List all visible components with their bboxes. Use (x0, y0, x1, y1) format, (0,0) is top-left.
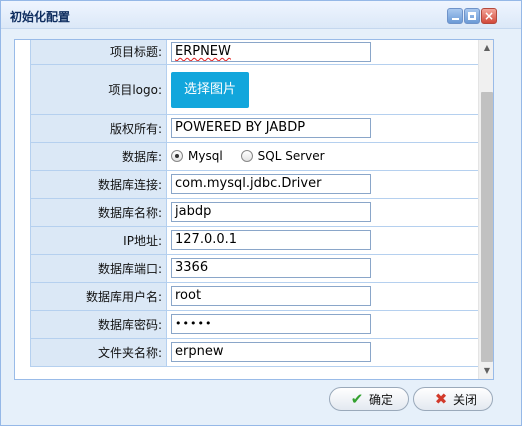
vertical-scrollbar[interactable]: ▲ ▼ (478, 40, 493, 379)
db-connection-label: 数据库连接: (30, 169, 167, 199)
radio-mysql[interactable] (171, 150, 183, 162)
maximize-icon[interactable] (464, 8, 480, 24)
folder-name-label: 文件夹名称: (30, 337, 167, 367)
db-password-label: 数据库密码: (30, 309, 167, 339)
radio-sqlserver-label[interactable]: SQL Server (258, 149, 325, 163)
ip-label: IP地址: (30, 225, 167, 255)
close-button-label: 关闭 (453, 392, 478, 407)
radio-sqlserver[interactable] (240, 150, 253, 162)
row-db-connection: 数据库连接: com.mysql.jdbc.Driver (30, 169, 480, 199)
project-title-label: 项目标题: (30, 40, 167, 65)
config-form: 项目标题: ERPNEW 项目logo: 选择图片 版权所有: POWERED … (30, 40, 480, 367)
database-radio-group: Mysql SQL Server (171, 144, 479, 168)
checkmark-icon: ✔ (350, 390, 364, 408)
db-connection-input[interactable]: com.mysql.jdbc.Driver (171, 174, 371, 194)
row-db-user: 数据库用户名: root (30, 281, 480, 311)
project-title-input[interactable]: ERPNEW (171, 41, 371, 62)
db-password-input[interactable]: ••••• (171, 314, 371, 334)
choose-image-button[interactable]: 选择图片 (171, 72, 249, 108)
cross-icon: ✖ (434, 390, 448, 408)
scroll-down-icon[interactable]: ▼ (479, 363, 493, 379)
row-project-logo: 项目logo: 选择图片 (30, 63, 480, 115)
project-logo-label: 项目logo: (30, 63, 167, 115)
row-db-port: 数据库端口: 3366 (30, 253, 480, 283)
db-port-input[interactable]: 3366 (171, 258, 371, 278)
dialog-body: 项目标题: ERPNEW 项目logo: 选择图片 版权所有: POWERED … (14, 39, 494, 380)
row-ip: IP地址: 127.0.0.1 (30, 225, 480, 255)
row-project-title: 项目标题: ERPNEW (30, 40, 480, 65)
copyright-input[interactable]: POWERED BY JABDP (171, 118, 371, 138)
ok-button[interactable]: ✔ 确定 (329, 387, 409, 411)
config-dialog: 初始化配置 × 项目标题: ERPNEW 项目logo: 选择图片 版权所有: (0, 0, 522, 426)
scroll-thumb[interactable] (481, 92, 493, 362)
dialog-titlebar[interactable]: 初始化配置 × (1, 1, 521, 29)
db-user-input[interactable]: root (171, 286, 371, 306)
close-button[interactable]: ✖ 关闭 (413, 387, 493, 411)
ip-input[interactable]: 127.0.0.1 (171, 230, 371, 250)
db-name-label: 数据库名称: (30, 197, 167, 227)
dialog-title: 初始化配置 (10, 10, 71, 24)
copyright-label: 版权所有: (30, 113, 167, 143)
row-database: 数据库: Mysql SQL Server (30, 141, 480, 171)
folder-name-input[interactable]: erpnew (171, 342, 371, 362)
row-copyright: 版权所有: POWERED BY JABDP (30, 113, 480, 143)
ok-button-label: 确定 (369, 392, 394, 407)
radio-mysql-label[interactable]: Mysql (188, 149, 223, 163)
db-name-input[interactable]: jabdp (171, 202, 371, 222)
row-db-password: 数据库密码: ••••• (30, 309, 480, 339)
close-icon[interactable]: × (481, 8, 497, 24)
scroll-up-icon[interactable]: ▲ (479, 40, 493, 56)
row-folder-name: 文件夹名称: erpnew (30, 337, 480, 367)
minimize-icon[interactable] (447, 8, 463, 24)
db-user-label: 数据库用户名: (30, 281, 167, 311)
database-label: 数据库: (30, 141, 167, 171)
row-db-name: 数据库名称: jabdp (30, 197, 480, 227)
db-port-label: 数据库端口: (30, 253, 167, 283)
